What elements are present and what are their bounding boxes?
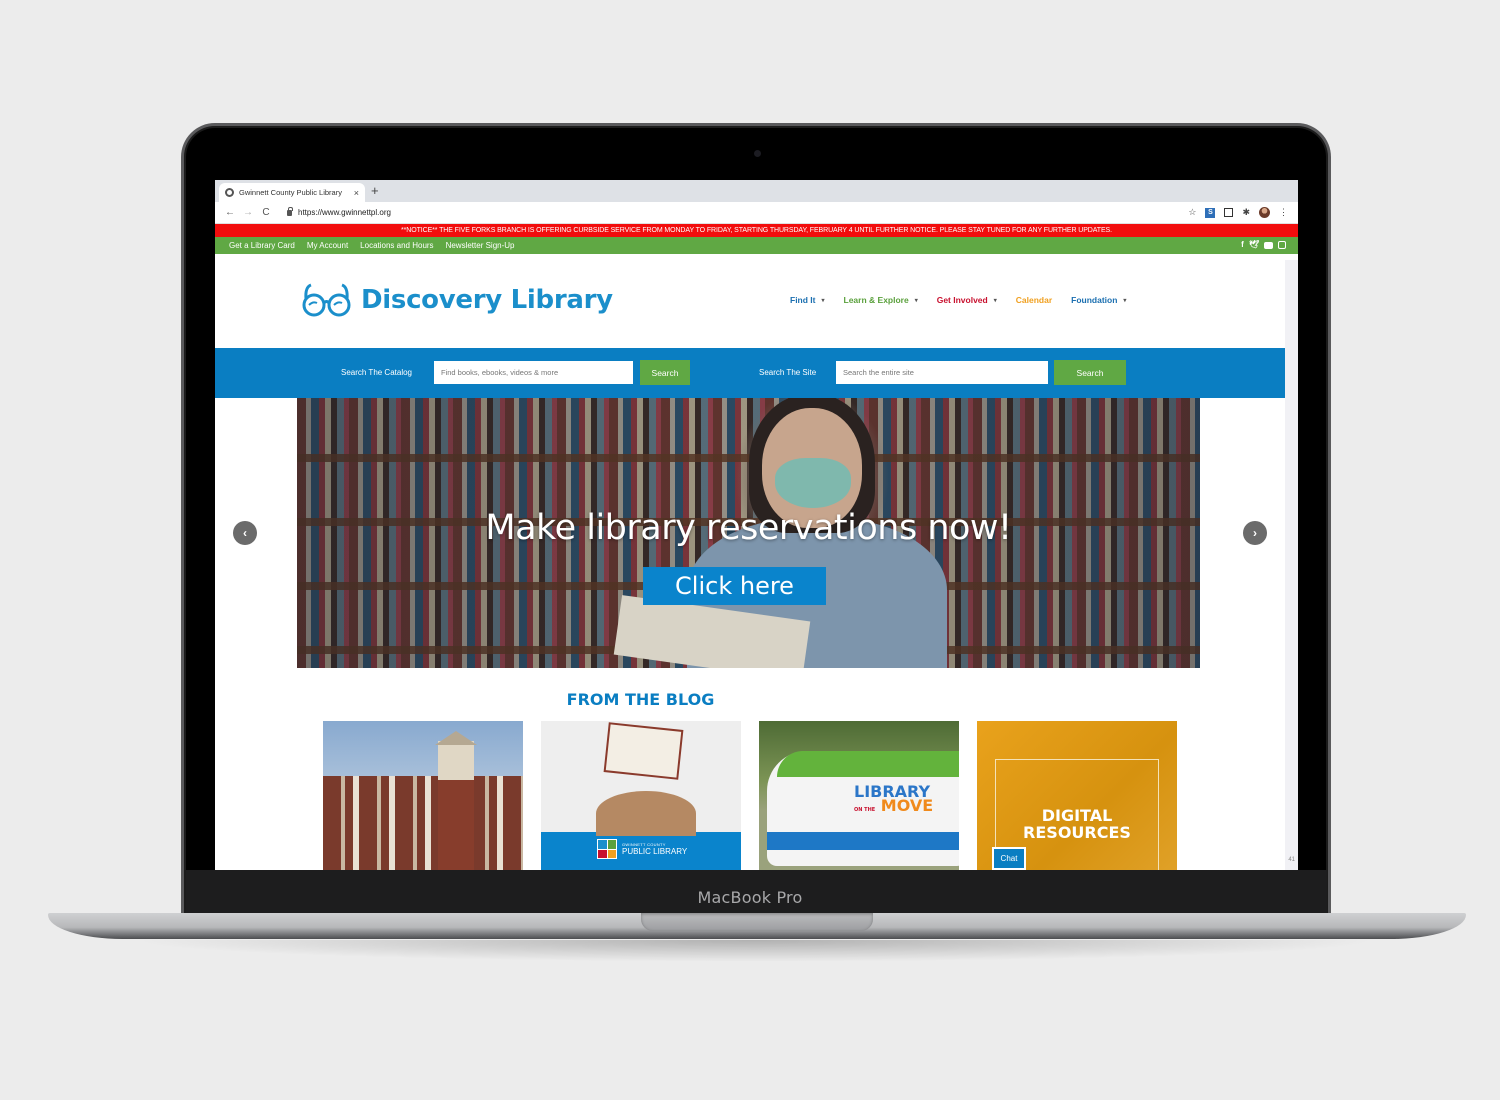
profile-avatar[interactable]	[1259, 207, 1270, 218]
site-search-input[interactable]	[836, 361, 1048, 384]
page-scrollbar[interactable]	[1285, 260, 1298, 870]
site-logo[interactable]: Discovery Library	[301, 281, 613, 319]
hero-headline: Make library reservations now!	[485, 508, 1012, 548]
nav-learn-explore[interactable]: Learn & Explore ▾	[844, 295, 918, 305]
logo-text: Discovery Library	[361, 285, 613, 315]
chat-button[interactable]: Chat	[992, 847, 1026, 870]
clock-tower	[438, 741, 474, 870]
hero-slide: Make library reservations now! Click her…	[297, 398, 1200, 668]
nav-get-involved[interactable]: Get Involved ▾	[937, 295, 997, 305]
gcpl-logo-icon	[597, 839, 617, 859]
laptop-notch	[641, 913, 873, 931]
utility-nav: Get a Library Card My Account Locations …	[215, 237, 1298, 254]
puzzle-icon[interactable]: ✱	[1242, 207, 1250, 218]
van-line-2: MOVE	[880, 796, 934, 815]
utility-link-newsletter[interactable]: Newsletter Sign-Up	[446, 241, 515, 250]
nav-label: Find It	[790, 295, 816, 305]
hero-image-mask	[775, 458, 851, 508]
extension-s-icon[interactable]: S	[1205, 207, 1216, 218]
nav-label: Learn & Explore	[843, 295, 909, 305]
main-nav: Find It ▾ Learn & Explore ▾ Get Involved…	[790, 295, 1126, 305]
site-header: Discovery Library Find It ▾ Learn & Expl…	[215, 254, 1298, 348]
globe-icon	[225, 188, 234, 197]
address-bar[interactable]: https://www.gwinnettpl.org	[283, 204, 1189, 221]
tab-title: Gwinnett County Public Library	[239, 188, 342, 197]
digital-resources-text: DIGITAL RESOURCES	[977, 807, 1177, 841]
url-text: https://www.gwinnettpl.org	[298, 208, 391, 217]
reload-icon[interactable]: C	[257, 207, 275, 218]
webcam	[754, 150, 761, 157]
caret-down-icon: ▾	[914, 297, 918, 304]
blog-card[interactable]	[323, 721, 523, 870]
youtube-icon[interactable]	[1264, 242, 1273, 249]
forward-icon[interactable]: →	[239, 207, 257, 218]
menu-icon[interactable]: ⋮	[1279, 207, 1288, 218]
back-icon[interactable]: ←	[221, 207, 239, 218]
nav-label: Calendar	[1015, 295, 1053, 305]
catalog-search-button[interactable]: Search	[640, 360, 690, 385]
instagram-icon[interactable]	[1278, 241, 1286, 249]
utility-link-my-account[interactable]: My Account	[307, 241, 348, 250]
browser-toolbar: ← → C https://www.gwinnettpl.org ☆ S ✱ ⋮	[215, 202, 1298, 224]
hero-carousel: ‹ Make library reservations now! Click h…	[215, 398, 1298, 680]
browser-tab[interactable]: Gwinnett County Public Library ×	[219, 183, 365, 202]
screen: Gwinnett County Public Library × + ← → C…	[215, 180, 1298, 870]
nav-foundation[interactable]: Foundation ▾	[1071, 295, 1126, 305]
dr-line-2: RESOURCES	[1023, 823, 1131, 842]
tab-strip: Gwinnett County Public Library × +	[215, 180, 1298, 202]
social-links: f 🕊	[1241, 240, 1286, 249]
device-label: MacBook Pro	[697, 888, 803, 907]
blog-card[interactable]: LIBRARY ON THE MOVE	[759, 721, 959, 870]
hero-cta-button[interactable]: Click here	[643, 567, 826, 605]
close-tab-icon[interactable]: ×	[354, 188, 359, 198]
nav-calendar[interactable]: Calendar	[1016, 295, 1052, 305]
facebook-icon[interactable]: f	[1241, 240, 1244, 249]
logo-big-text: PUBLIC LIBRARY	[622, 847, 688, 856]
caret-down-icon: ▾	[1123, 297, 1127, 304]
page-number: 41	[1288, 857, 1295, 863]
blog-card[interactable]: GWINNETT COUNTY PUBLIC LIBRARY	[541, 721, 741, 870]
utility-link-library-card[interactable]: Get a Library Card	[229, 241, 295, 250]
library-building-image	[323, 776, 523, 870]
caret-down-icon: ▾	[993, 297, 997, 304]
carousel-prev-button[interactable]: ‹	[233, 521, 257, 545]
van-text: LIBRARY ON THE MOVE	[854, 784, 934, 817]
tower-roof	[435, 731, 477, 745]
carousel-next-button[interactable]: ›	[1243, 521, 1267, 545]
utility-link-locations[interactable]: Locations and Hours	[360, 241, 433, 250]
catalog-search-input[interactable]	[434, 361, 633, 384]
catalog-search-label: Search The Catalog	[341, 368, 413, 377]
search-bar: Search The Catalog Search Search The Sit…	[215, 348, 1298, 398]
notice-banner: **NOTICE** THE FIVE FORKS BRANCH IS OFFE…	[215, 224, 1298, 237]
extension-qr-icon[interactable]	[1224, 208, 1234, 217]
lock-icon	[287, 206, 293, 216]
reader-image	[596, 791, 696, 836]
new-tab-button[interactable]: +	[371, 183, 379, 199]
site-search-label: Search The Site	[759, 368, 817, 377]
site-search-button[interactable]: Search	[1054, 360, 1126, 385]
caret-down-icon: ▾	[821, 297, 825, 304]
van-on-the: ON THE	[854, 807, 876, 813]
star-icon[interactable]: ☆	[1188, 207, 1196, 218]
glasses-icon	[302, 283, 351, 317]
nav-label: Get Involved	[936, 295, 988, 305]
gcpl-logo: GWINNETT COUNTY PUBLIC LIBRARY	[597, 839, 687, 859]
nav-label: Foundation	[1071, 295, 1118, 305]
laptop-shadow	[130, 940, 1380, 962]
nav-find-it[interactable]: Find It ▾	[790, 295, 825, 305]
twitter-icon[interactable]: 🕊	[1249, 240, 1259, 249]
open-book-image	[603, 722, 684, 780]
blog-section-title: FROM THE BLOG	[566, 690, 715, 709]
